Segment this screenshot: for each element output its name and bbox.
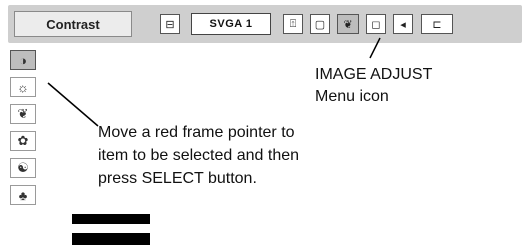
- decorative-bar-top: [72, 214, 150, 224]
- instruction-line-2: item to be selected and then: [98, 147, 300, 164]
- instruction-line-1: Move a red frame pointer to: [98, 124, 295, 141]
- pointer-leader-line: [47, 82, 99, 127]
- image-adjust-label: IMAGE ADJUST: [315, 66, 433, 83]
- menu-icon-label: Menu icon: [315, 88, 389, 105]
- decorative-bar-bottom: [72, 233, 150, 245]
- image-adjust-leader-line: [369, 37, 381, 59]
- instruction-line-3: press SELECT button.: [98, 170, 257, 187]
